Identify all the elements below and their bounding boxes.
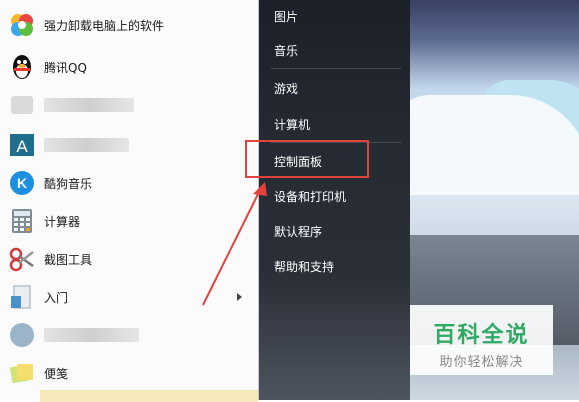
program-item-a-app[interactable]: A [8, 128, 248, 162]
program-label: 入门 [44, 290, 69, 305]
blurred-app-icon [8, 91, 36, 119]
menu-item-pictures[interactable]: 图片 [274, 8, 298, 25]
program-label-blurred [44, 138, 129, 152]
program-item-qq[interactable]: 腾讯QQ [8, 50, 248, 84]
menu-separator [271, 68, 401, 69]
watermark-title: 百科全说 [433, 323, 530, 348]
wallpaper-iceberg [410, 95, 579, 195]
program-label: 截图工具 [44, 252, 93, 267]
watermark-subtitle: 助你轻松解决 [439, 355, 524, 370]
menu-item-devices-printers[interactable]: 设备和打印机 [274, 188, 346, 205]
menu-item-help-support[interactable]: 帮助和支持 [274, 258, 334, 275]
a-app-icon: A [8, 131, 36, 159]
calculator-icon [8, 207, 36, 235]
watermark: 百科全说 助你轻松解决 [410, 305, 553, 375]
scissors-icon [8, 245, 36, 273]
qq-penguin-icon [8, 53, 36, 81]
blurred-app-icon [8, 321, 36, 349]
program-label: 计算器 [44, 214, 81, 229]
svg-text:K: K [17, 175, 27, 191]
program-label-blurred [44, 98, 134, 112]
program-item-sticky-notes[interactable]: 便笺 [8, 356, 248, 390]
svg-text:A: A [16, 137, 28, 156]
start-menu-places-pane: 图片 音乐 游戏 计算机 控制面板 设备和打印机 默认程序 帮助和支持 [259, 0, 410, 400]
annotation-arrow [202, 182, 267, 306]
program-label: 酷狗音乐 [44, 176, 93, 191]
program-label: 腾讯QQ [44, 60, 87, 75]
getting-started-icon [8, 283, 36, 311]
program-item-blurred-2[interactable] [8, 318, 248, 352]
sticky-notes-icon [8, 359, 36, 387]
program-label: 便笺 [44, 366, 69, 381]
colorful-uninstall-icon [8, 11, 36, 39]
menu-item-music[interactable]: 音乐 [274, 42, 298, 59]
menu-item-games[interactable]: 游戏 [274, 80, 298, 97]
program-item-uninstaller[interactable]: 强力卸载电脑上的软件 [8, 8, 248, 42]
program-item-blurred[interactable] [8, 88, 248, 122]
menu-item-default-programs[interactable]: 默认程序 [274, 223, 322, 240]
highlight-box [245, 140, 369, 178]
menu-item-computer[interactable]: 计算机 [274, 116, 310, 133]
program-label: 强力卸载电脑上的软件 [44, 18, 165, 33]
selected-item-strip [40, 390, 258, 402]
kugou-icon: K [8, 169, 36, 197]
program-label-blurred [44, 328, 139, 342]
